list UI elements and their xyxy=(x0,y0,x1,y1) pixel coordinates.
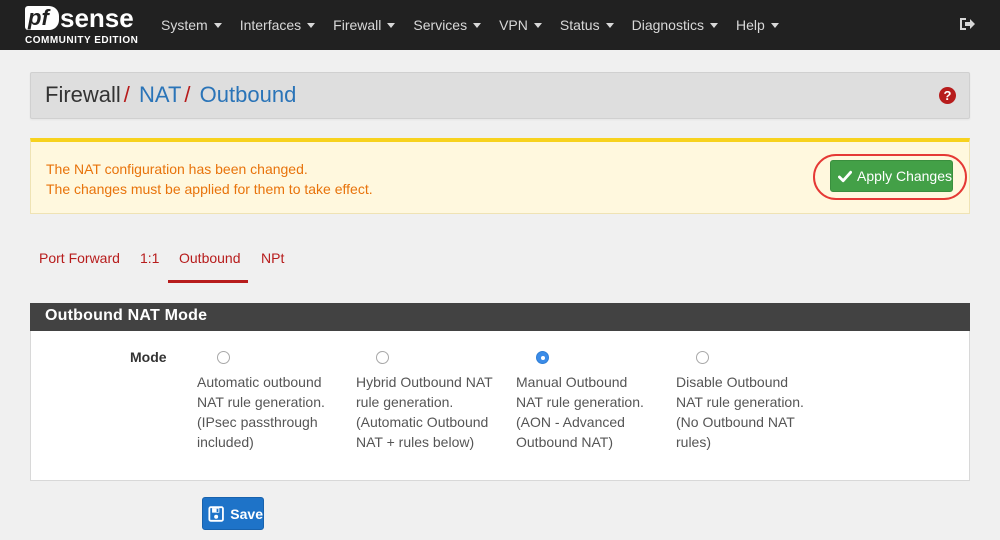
apply-changes-label: Apply Changes xyxy=(857,168,952,184)
caret-down-icon xyxy=(387,22,396,28)
nav-status[interactable]: Status xyxy=(551,0,623,50)
caret-down-icon xyxy=(605,22,614,28)
breadcrumb-root: Firewall xyxy=(45,82,121,107)
breadcrumb-separator: / xyxy=(184,82,191,107)
caret-down-icon xyxy=(307,22,316,28)
tab-port-forward[interactable]: Port Forward xyxy=(39,240,120,284)
top-navbar: pf sense COMMUNITY EDITION System Interf… xyxy=(0,0,1000,50)
panel-title: Outbound NAT Mode xyxy=(45,307,208,324)
save-icon xyxy=(208,505,224,522)
nav-label: VPN xyxy=(499,17,528,33)
question-circle-icon[interactable]: ? xyxy=(939,87,956,104)
nav-label: Services xyxy=(413,17,468,33)
caret-down-icon xyxy=(709,22,718,28)
save-button[interactable]: Save xyxy=(202,497,264,530)
nav-services[interactable]: Services xyxy=(404,0,490,50)
caret-down-icon xyxy=(213,22,222,28)
nav-interfaces[interactable]: Interfaces xyxy=(231,0,324,50)
tab-npt[interactable]: NPt xyxy=(261,240,284,284)
save-label: Save xyxy=(230,505,263,522)
logo-edition-text: COMMUNITY EDITION xyxy=(25,35,139,46)
nav-diagnostics[interactable]: Diagnostics xyxy=(623,0,727,50)
mode-radio-hybrid[interactable] xyxy=(376,351,389,364)
nav-help[interactable]: Help xyxy=(727,0,788,50)
panel-heading: Outbound NAT Mode xyxy=(30,303,970,331)
breadcrumb-outbound-link[interactable]: Outbound xyxy=(200,82,297,107)
tab-outbound[interactable]: Outbound xyxy=(179,240,241,284)
nav-label: Diagnostics xyxy=(631,17,704,33)
nav-system[interactable]: System xyxy=(152,0,231,50)
nav-firewall[interactable]: Firewall xyxy=(324,0,404,50)
apply-changes-button[interactable]: Apply Changes xyxy=(830,160,953,192)
logo-pf-text: pf xyxy=(28,5,49,30)
mode-option-hybrid-text[interactable]: Hybrid Outbound NAT rule generation. (Au… xyxy=(356,372,496,452)
caret-down-icon xyxy=(533,22,542,28)
logo-sense-text: sense xyxy=(60,3,134,33)
nav-label: Help xyxy=(735,17,765,33)
tab-one-to-one[interactable]: 1:1 xyxy=(140,240,159,284)
alert-message-line1: The NAT configuration has been changed. xyxy=(46,161,308,177)
nav-label: Interfaces xyxy=(239,17,302,33)
mode-label: Mode xyxy=(130,349,167,365)
breadcrumb: Firewall / NAT / Outbound xyxy=(45,82,296,108)
caret-down-icon xyxy=(473,22,482,28)
mode-radio-disable[interactable] xyxy=(696,351,709,364)
mode-option-disable-text[interactable]: Disable Outbound NAT rule generation. (N… xyxy=(676,372,816,452)
main-menu: System Interfaces Firewall Services VPN … xyxy=(152,0,788,50)
nav-label: System xyxy=(161,17,208,33)
breadcrumb-nat-link[interactable]: NAT xyxy=(139,82,181,107)
caret-down-icon xyxy=(770,22,779,28)
mode-option-manual-text[interactable]: Manual Outbound NAT rule generation. (AO… xyxy=(516,372,656,452)
pfsense-logo[interactable]: pf sense COMMUNITY EDITION xyxy=(25,3,145,48)
alert-message-line2: The changes must be applied for them to … xyxy=(46,181,373,197)
nav-vpn[interactable]: VPN xyxy=(490,0,551,50)
check-icon xyxy=(838,170,853,182)
logo-pf-badge: pf xyxy=(25,6,59,30)
breadcrumb-separator: / xyxy=(123,82,130,107)
nav-label: Firewall xyxy=(333,17,382,33)
mode-option-automatic-text[interactable]: Automatic outbound NAT rule generation. … xyxy=(197,372,337,452)
breadcrumb-panel: Firewall / NAT / Outbound ? xyxy=(30,72,970,119)
mode-radio-manual[interactable] xyxy=(536,351,549,364)
changes-alert: The NAT configuration has been changed. … xyxy=(30,138,970,214)
nav-label: Status xyxy=(559,17,600,33)
outbound-nat-mode-panel: Outbound NAT Mode Mode Automatic outboun… xyxy=(30,303,970,481)
mode-radio-automatic[interactable] xyxy=(217,351,230,364)
active-tab-underline xyxy=(168,280,248,283)
sign-out-icon[interactable] xyxy=(958,15,976,33)
